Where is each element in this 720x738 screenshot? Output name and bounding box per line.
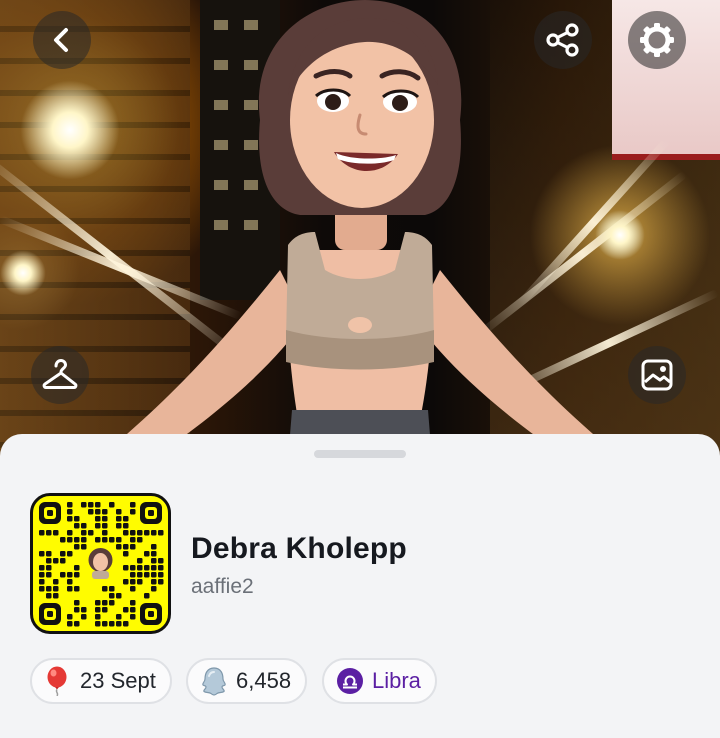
outfit-button[interactable] xyxy=(31,346,89,404)
balloon-icon xyxy=(47,666,67,696)
snap-score-label: 6,458 xyxy=(236,668,292,693)
zodiac-pill[interactable]: Libra xyxy=(322,658,437,704)
username[interactable]: aaffie2 xyxy=(191,575,254,599)
zodiac-label: Libra xyxy=(372,668,421,693)
profile-sheet: Debra Kholepp aaffie2 23 Sept 6,458 Libr… xyxy=(0,434,720,738)
hanger-icon xyxy=(42,359,78,389)
snapcode-pattern xyxy=(39,502,164,627)
image-icon xyxy=(641,359,673,391)
back-button[interactable] xyxy=(33,11,91,69)
snap-score-pill[interactable]: 6,458 xyxy=(186,658,308,704)
chevron-left-icon xyxy=(54,28,68,52)
gear-icon xyxy=(640,23,674,57)
share-icon xyxy=(546,23,579,57)
sheet-grabber[interactable] xyxy=(314,450,406,458)
settings-button[interactable] xyxy=(628,11,686,69)
display-name: Debra Kholepp xyxy=(191,532,407,565)
background-button[interactable] xyxy=(628,346,686,404)
share-button[interactable] xyxy=(534,11,592,69)
birthday-label: 23 Sept xyxy=(80,668,156,693)
snapcode[interactable] xyxy=(30,493,171,634)
ghost-icon xyxy=(202,667,226,696)
birthday-pill[interactable]: 23 Sept xyxy=(30,658,172,704)
libra-icon xyxy=(337,668,363,694)
bitmoji-avatar xyxy=(120,0,600,460)
profile-background xyxy=(0,0,720,460)
